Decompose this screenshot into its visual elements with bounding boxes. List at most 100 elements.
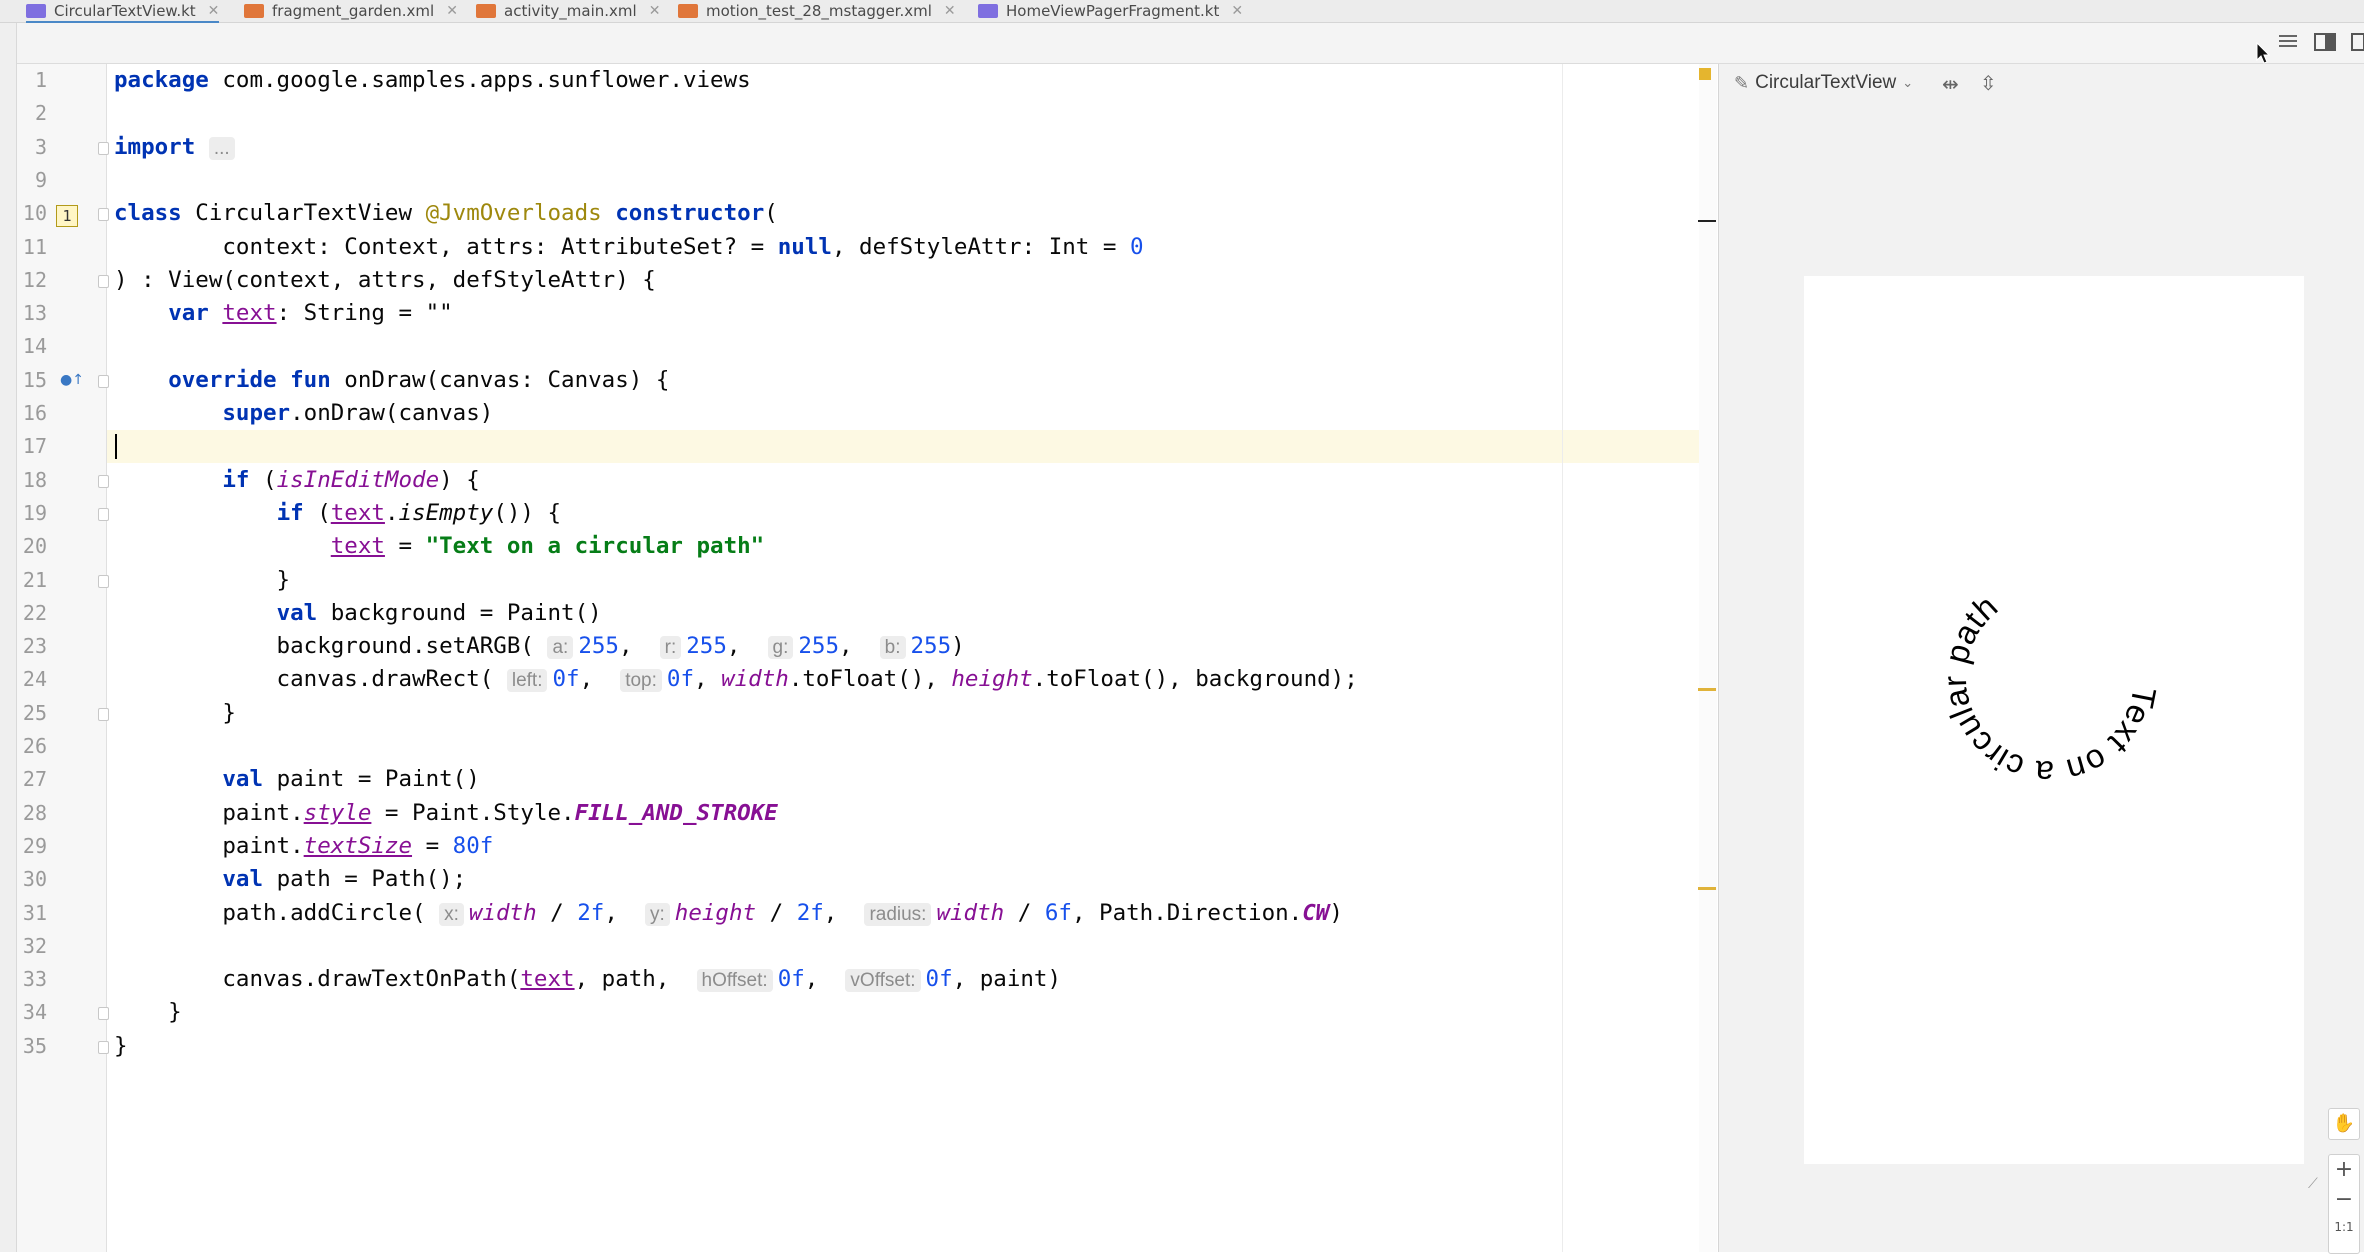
code-line[interactable]: if (isInEditMode) {: [114, 464, 479, 497]
tab-fragment-garden[interactable]: fragment_garden.xml ✕: [244, 0, 458, 21]
line-number[interactable]: 11: [17, 231, 47, 264]
code-line[interactable]: }: [114, 1030, 128, 1063]
code-line[interactable]: val background = Paint(): [114, 597, 602, 630]
line-number[interactable]: 15: [17, 364, 47, 397]
line-number[interactable]: 25: [17, 697, 47, 730]
line-number[interactable]: 28: [17, 797, 47, 830]
close-icon[interactable]: ✕: [208, 3, 220, 19]
line-number[interactable]: 19: [17, 497, 47, 530]
code-line[interactable]: }: [114, 996, 182, 1029]
preview-canvas[interactable]: Text on a circular path: [1804, 276, 2304, 1164]
code-token: super: [222, 400, 291, 426]
code-line[interactable]: if (text.isEmpty()) {: [114, 497, 561, 530]
line-number[interactable]: 29: [17, 830, 47, 863]
line-number[interactable]: 14: [17, 330, 47, 363]
line-number[interactable]: 20: [17, 530, 47, 563]
line-number[interactable]: 3: [17, 131, 47, 164]
expand-horizontal-icon[interactable]: ⇹: [1942, 72, 1959, 96]
code-line[interactable]: canvas.drawTextOnPath(text, path, hOffse…: [114, 963, 1061, 996]
error-count-badge[interactable]: 1: [56, 205, 78, 227]
code-line[interactable]: context: Context, attrs: AttributeSet? =…: [114, 231, 1143, 264]
zoom-ratio-button[interactable]: 1:1: [2329, 1215, 2359, 1239]
fold-marker-icon[interactable]: [98, 274, 109, 288]
line-number[interactable]: 27: [17, 763, 47, 796]
fold-marker-icon[interactable]: [98, 1040, 109, 1054]
scroll-marker[interactable]: [1698, 220, 1716, 222]
code-line[interactable]: val paint = Paint(): [114, 763, 479, 796]
code-line[interactable]: val path = Path();: [114, 863, 466, 896]
fold-marker-icon[interactable]: [98, 1007, 109, 1021]
design-view-icon[interactable]: [2350, 32, 2364, 52]
code-line[interactable]: background.setARGB( a: 255, r: 255, g: 255,…: [114, 630, 965, 663]
code-line[interactable]: package com.google.samples.apps.sunflowe…: [114, 64, 751, 97]
line-number[interactable]: 23: [17, 630, 47, 663]
code-line[interactable]: import ...: [114, 131, 240, 164]
code-token: if: [222, 466, 264, 493]
line-number[interactable]: 10: [17, 197, 47, 230]
code-line[interactable]: ) : View(context, attrs, defStyleAttr) {: [114, 264, 656, 297]
code-token: paint.: [114, 799, 304, 826]
code-line[interactable]: paint.style = Paint.Style.FILL_AND_STROK…: [114, 797, 777, 830]
code-line[interactable]: canvas.drawRect( left: 0f, top: 0f, width.…: [114, 663, 1358, 696]
line-number[interactable]: 35: [17, 1030, 47, 1063]
tab-homeviewpagerfragment[interactable]: HomeViewPagerFragment.kt ✕: [978, 0, 1243, 21]
code-line[interactable]: }: [114, 697, 236, 730]
line-number[interactable]: 24: [17, 663, 47, 696]
code-token: 255: [686, 633, 727, 660]
resize-handle-icon[interactable]: ⟋: [2308, 1176, 2318, 1192]
code-line[interactable]: path.addCircle( x: width / 2f, y: height /…: [114, 897, 1343, 930]
code-line[interactable]: text = "Text on a circular path": [114, 530, 764, 563]
line-number[interactable]: 34: [17, 996, 47, 1029]
fold-marker-icon[interactable]: [98, 474, 109, 488]
line-number[interactable]: 2: [17, 97, 47, 130]
close-icon[interactable]: ✕: [649, 3, 661, 19]
line-number[interactable]: 9: [17, 164, 47, 197]
close-icon[interactable]: ✕: [446, 3, 458, 19]
code-line[interactable]: }: [114, 564, 291, 597]
tab-motion-test[interactable]: motion_test_28_mstagger.xml ✕: [678, 0, 956, 21]
close-icon[interactable]: ✕: [1231, 3, 1243, 19]
split-view-icon[interactable]: [2313, 32, 2337, 52]
tab-circulartextview[interactable]: CircularTextView.kt ✕: [26, 0, 220, 24]
code-token: .toFloat(), background);: [1032, 666, 1358, 693]
code-line[interactable]: class CircularTextView @JvmOverloads con…: [114, 197, 778, 230]
pan-hand-icon[interactable]: ✋: [2328, 1108, 2360, 1140]
fold-marker-icon[interactable]: [98, 374, 109, 388]
tool-window-strip: [0, 23, 17, 1252]
code-line[interactable]: var text: String = "": [114, 297, 452, 330]
line-number[interactable]: 13: [17, 297, 47, 330]
line-number[interactable]: 12: [17, 264, 47, 297]
scroll-marker[interactable]: [1698, 887, 1716, 890]
line-number[interactable]: 17: [17, 430, 47, 463]
inspection-status-icon[interactable]: [1699, 68, 1711, 80]
line-number[interactable]: 21: [17, 564, 47, 597]
fold-marker-icon[interactable]: [98, 141, 109, 155]
line-number[interactable]: 32: [17, 930, 47, 963]
zoom-in-button[interactable]: +: [2329, 1155, 2359, 1185]
code-line[interactable]: override fun onDraw(canvas: Canvas) {: [114, 364, 669, 397]
line-number[interactable]: 16: [17, 397, 47, 430]
close-icon[interactable]: ✕: [944, 3, 956, 19]
expand-vertical-icon[interactable]: ⇳: [1980, 71, 1997, 95]
code-line[interactable]: super.onDraw(canvas): [114, 397, 493, 430]
line-number[interactable]: 18: [17, 464, 47, 497]
component-selector[interactable]: ✎ CircularTextView ⌄: [1734, 72, 1913, 94]
line-number[interactable]: 33: [17, 963, 47, 996]
line-number[interactable]: 22: [17, 597, 47, 630]
line-number[interactable]: 31: [17, 897, 47, 930]
code-line[interactable]: paint.textSize = 80f: [114, 830, 493, 863]
fold-marker-icon[interactable]: [98, 574, 109, 588]
scroll-marker[interactable]: [1698, 688, 1716, 691]
fold-marker-icon[interactable]: [98, 707, 109, 721]
tab-activity-main[interactable]: activity_main.xml ✕: [476, 0, 660, 21]
fold-marker-icon[interactable]: [98, 507, 109, 521]
line-number[interactable]: 30: [17, 863, 47, 896]
line-number[interactable]: 1: [17, 64, 47, 97]
override-gutter-icon[interactable]: ●↑: [60, 372, 84, 388]
code-view-icon[interactable]: [2277, 33, 2299, 51]
zoom-out-button[interactable]: −: [2329, 1185, 2359, 1215]
fold-marker-icon[interactable]: [98, 208, 109, 222]
line-number[interactable]: 26: [17, 730, 47, 763]
editor-scrollbar[interactable]: [1699, 64, 1717, 1252]
